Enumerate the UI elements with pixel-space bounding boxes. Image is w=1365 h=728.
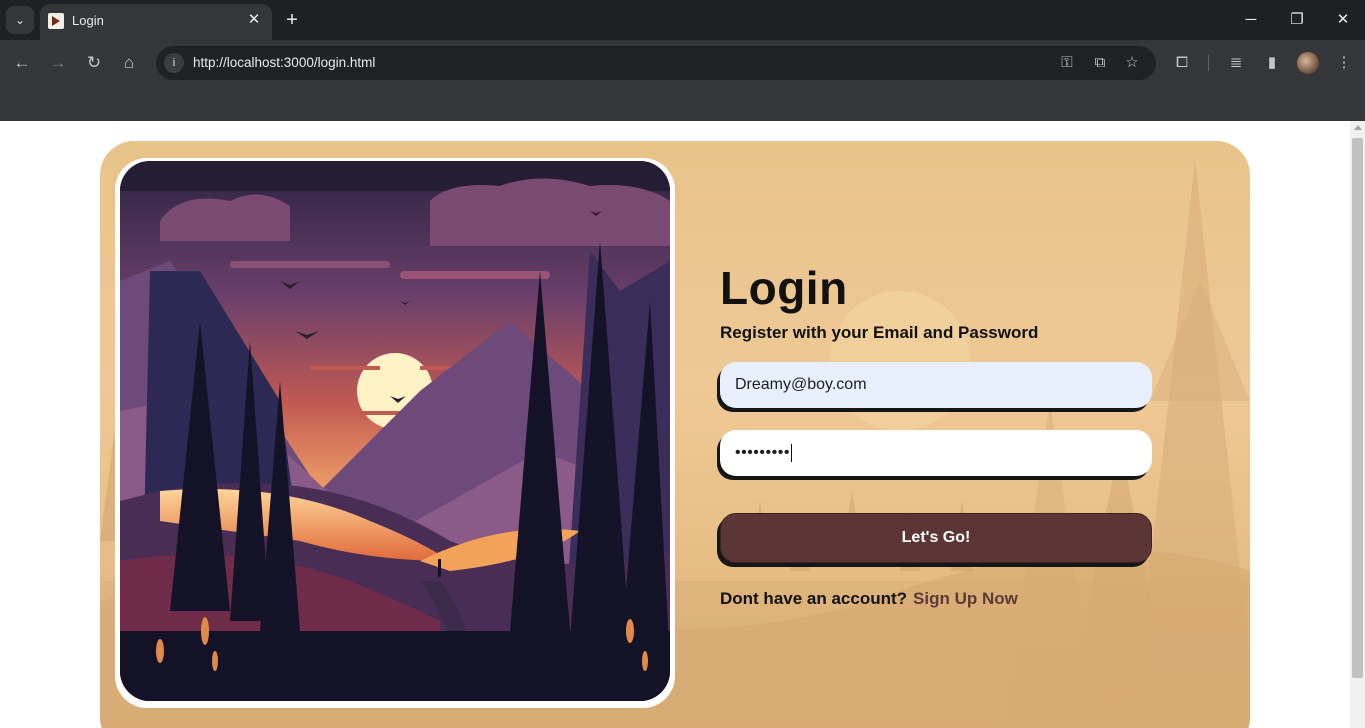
kebab-menu-icon[interactable]: ⋮ [1332, 51, 1356, 75]
info-icon[interactable]: i [164, 53, 184, 73]
forward-button[interactable]: → [46, 51, 70, 75]
password-field-value: ••••••••• [735, 444, 790, 461]
scrollbar-thumb[interactable] [1352, 138, 1363, 678]
signup-prompt-line: Dont have an account? Sign Up Now [720, 589, 1018, 609]
home-button[interactable]: ⌂ [117, 51, 141, 75]
text-caret [790, 444, 792, 462]
arrow-right-icon: → [49, 53, 67, 72]
browser-tab-strip: ⌄ Login ✕ + ─ ❐ ✕ [0, 0, 1365, 40]
browser-tab-login[interactable]: Login ✕ [40, 4, 272, 40]
close-window-button[interactable]: ✕ [1328, 8, 1358, 32]
restore-window-button[interactable]: ❐ [1282, 8, 1312, 32]
browser-toolbar: ← → ↻ ⌂ i http://localhost:3000/login.ht… [0, 40, 1365, 86]
address-bar[interactable]: i http://localhost:3000/login.html ⚿ ⧉ ☆ [156, 46, 1156, 80]
email-field[interactable]: Dreamy@boy.com [720, 362, 1152, 408]
bookmarks-bar [0, 86, 1365, 121]
email-field-value: Dreamy@boy.com [735, 376, 867, 393]
profile-avatar[interactable] [1297, 52, 1319, 74]
tab-title: Login [72, 13, 104, 28]
password-field[interactable]: ••••••••• [720, 430, 1152, 476]
side-panel-icon[interactable]: ▮ [1260, 51, 1284, 75]
minimize-window-button[interactable]: ─ [1236, 8, 1266, 32]
new-tab-button[interactable]: + [282, 8, 302, 32]
favicon-icon [48, 13, 64, 29]
media-queue-icon[interactable]: ≣ [1224, 51, 1248, 75]
submit-button[interactable]: Let's Go! [720, 513, 1152, 563]
sunset-forest-image [120, 161, 670, 701]
signup-prompt-text: Dont have an account? [720, 589, 908, 608]
page-viewport: Login Register with your Email and Passw… [0, 121, 1365, 728]
star-icon[interactable]: ☆ [1121, 53, 1143, 73]
chevron-down-icon: ⌄ [14, 13, 26, 27]
url-text[interactable]: http://localhost:3000/login.html [193, 55, 375, 70]
open-external-icon[interactable]: ⧉ [1089, 53, 1111, 73]
key-icon[interactable]: ⚿ [1056, 53, 1078, 73]
reload-button[interactable]: ↻ [82, 51, 106, 75]
page-title: Login [720, 262, 848, 314]
arrow-left-icon: ← [13, 53, 31, 72]
hero-image-frame [115, 158, 675, 708]
back-button[interactable]: ← [10, 51, 34, 75]
login-card: Login Register with your Email and Passw… [100, 141, 1250, 728]
home-icon: ⌂ [123, 53, 135, 72]
signup-link[interactable]: Sign Up Now [913, 589, 1018, 608]
reload-icon: ↻ [86, 53, 102, 72]
tab-close-icon[interactable]: ✕ [244, 10, 264, 30]
sunset-forest-illustration [120, 161, 670, 701]
puzzle-icon[interactable]: ⧠ [1170, 51, 1194, 75]
toolbar-divider [1208, 55, 1209, 71]
scroll-up-arrow-icon[interactable] [1354, 125, 1362, 130]
tab-search-button[interactable]: ⌄ [6, 6, 34, 34]
page-subtitle: Register with your Email and Password [720, 323, 1039, 342]
vertical-scrollbar[interactable] [1350, 121, 1365, 728]
